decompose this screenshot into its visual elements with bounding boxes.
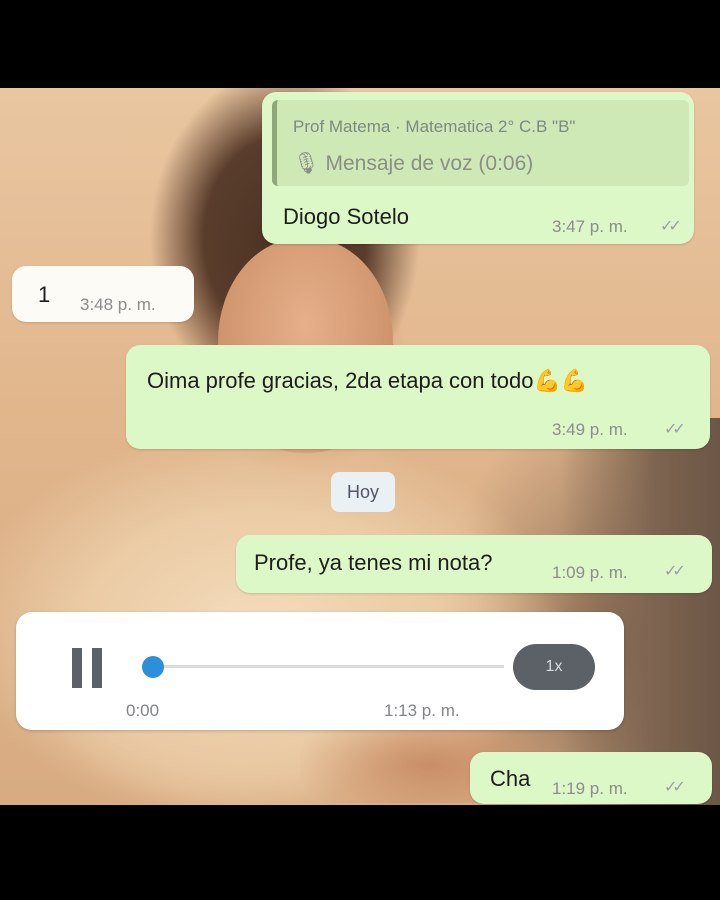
read-ticks-icon: ✓✓	[660, 218, 682, 235]
outgoing-message-time: 1:09 p. m.	[552, 563, 628, 582]
playback-speed-button[interactable]: 1x	[513, 644, 595, 690]
voice-progress-knob[interactable]	[142, 656, 164, 678]
outgoing-message-time: 3:49 p. m.	[552, 420, 628, 439]
voice-progress-track[interactable]	[144, 665, 504, 668]
read-ticks-icon: ✓✓	[664, 421, 686, 438]
incoming-message-time: 3:48 p. m.	[80, 295, 156, 314]
quoted-author: Prof Matema · Matematica 2° C.B "B"	[293, 117, 576, 136]
voice-message[interactable]: 1x 0:00 1:13 p. m.	[16, 612, 624, 730]
quoted-voice-note: 🎙 Mensaje de voz (0:06)	[293, 152, 534, 175]
outgoing-message-text: Profe, ya tenes mi nota?	[254, 550, 493, 575]
date-separator: Hoy	[331, 472, 395, 512]
top-black-bar	[0, 0, 720, 88]
outgoing-message-text: Cha	[490, 766, 531, 791]
outgoing-message-time: 1:19 p. m.	[552, 779, 628, 798]
quoted-message[interactable]: Prof Matema · Matematica 2° C.B "B" 🎙 Me…	[272, 100, 689, 186]
reply-text: Diogo Sotelo	[283, 204, 409, 229]
read-ticks-icon: ✓✓	[664, 563, 686, 580]
bottom-black-bar	[0, 805, 720, 900]
voice-message-time: 1:13 p. m.	[384, 701, 460, 720]
outgoing-message-text: Oima profe gracias, 2da etapa con todo💪💪	[147, 368, 589, 393]
pause-icon[interactable]	[72, 648, 116, 694]
read-ticks-icon: ✓✓	[664, 779, 686, 796]
reply-time: 3:47 p. m.	[552, 217, 628, 236]
incoming-message-text: 1	[38, 282, 51, 307]
voice-duration: 0:00	[126, 701, 160, 720]
